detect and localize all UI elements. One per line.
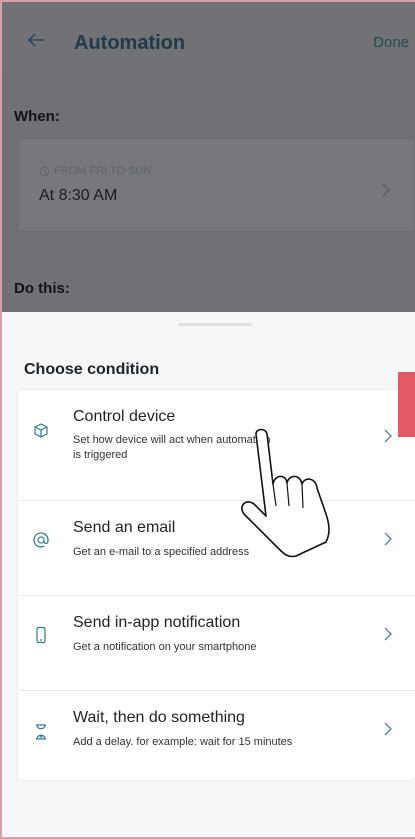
- sheet-drag-handle[interactable]: [178, 323, 252, 326]
- chevron-right-icon: [384, 627, 392, 641]
- list-item-title: Send an email: [73, 519, 176, 536]
- page-title: Automation: [74, 32, 186, 54]
- list-item-subtitle: Add a delay. for example: wait for 15 mi…: [73, 736, 293, 748]
- top-app-bar: Automation Done: [0, 0, 415, 72]
- phone-icon: [36, 626, 46, 644]
- list-item-title: Wait, then do something: [73, 709, 245, 726]
- cube-icon: [34, 423, 48, 438]
- when-caption: FROM FRI TO SUN: [39, 165, 151, 177]
- hourglass-icon: [36, 724, 46, 740]
- at-icon: [33, 532, 49, 548]
- list-item-wait-then-do[interactable]: Wait, then do something Add a delay. for…: [18, 691, 415, 786]
- pointing-hand-icon: [241, 428, 330, 558]
- condition-list: Control device Set how device will act w…: [18, 390, 415, 780]
- list-item-title: Control device: [73, 408, 176, 425]
- sheet-title: Choose condition: [24, 361, 160, 378]
- list-item-send-email[interactable]: Send an email Get an e-mail to a specifi…: [18, 501, 415, 596]
- back-arrow-icon[interactable]: [24, 28, 48, 52]
- scroll-marker: [398, 372, 415, 437]
- list-item-subtitle: Get a notification on your smartphone: [73, 641, 257, 653]
- list-item-send-in-app-notification[interactable]: Send in-app notification Get a notificat…: [18, 596, 415, 691]
- chevron-right-icon: [384, 429, 392, 443]
- when-label: When:: [14, 108, 60, 125]
- dimmed-background[interactable]: Automation Done When: FROM FRI TO SUN At…: [0, 0, 415, 312]
- clock-icon: [39, 166, 50, 176]
- list-item-control-device[interactable]: Control device Set how device will act w…: [18, 390, 415, 485]
- when-condition-card[interactable]: FROM FRI TO SUN At 8:30 AM: [18, 138, 415, 232]
- when-caption-text: FROM FRI TO SUN: [54, 165, 152, 177]
- chevron-right-icon: [382, 183, 390, 197]
- bottom-sheet: Choose condition Control device Set how …: [0, 312, 415, 839]
- chevron-right-icon: [384, 722, 392, 736]
- do-this-label: Do this:: [14, 280, 70, 297]
- chevron-right-icon: [384, 532, 392, 546]
- list-item-title: Send in-app notification: [73, 614, 241, 631]
- done-button[interactable]: Done: [373, 34, 409, 51]
- when-time: At 8:30 AM: [39, 187, 118, 204]
